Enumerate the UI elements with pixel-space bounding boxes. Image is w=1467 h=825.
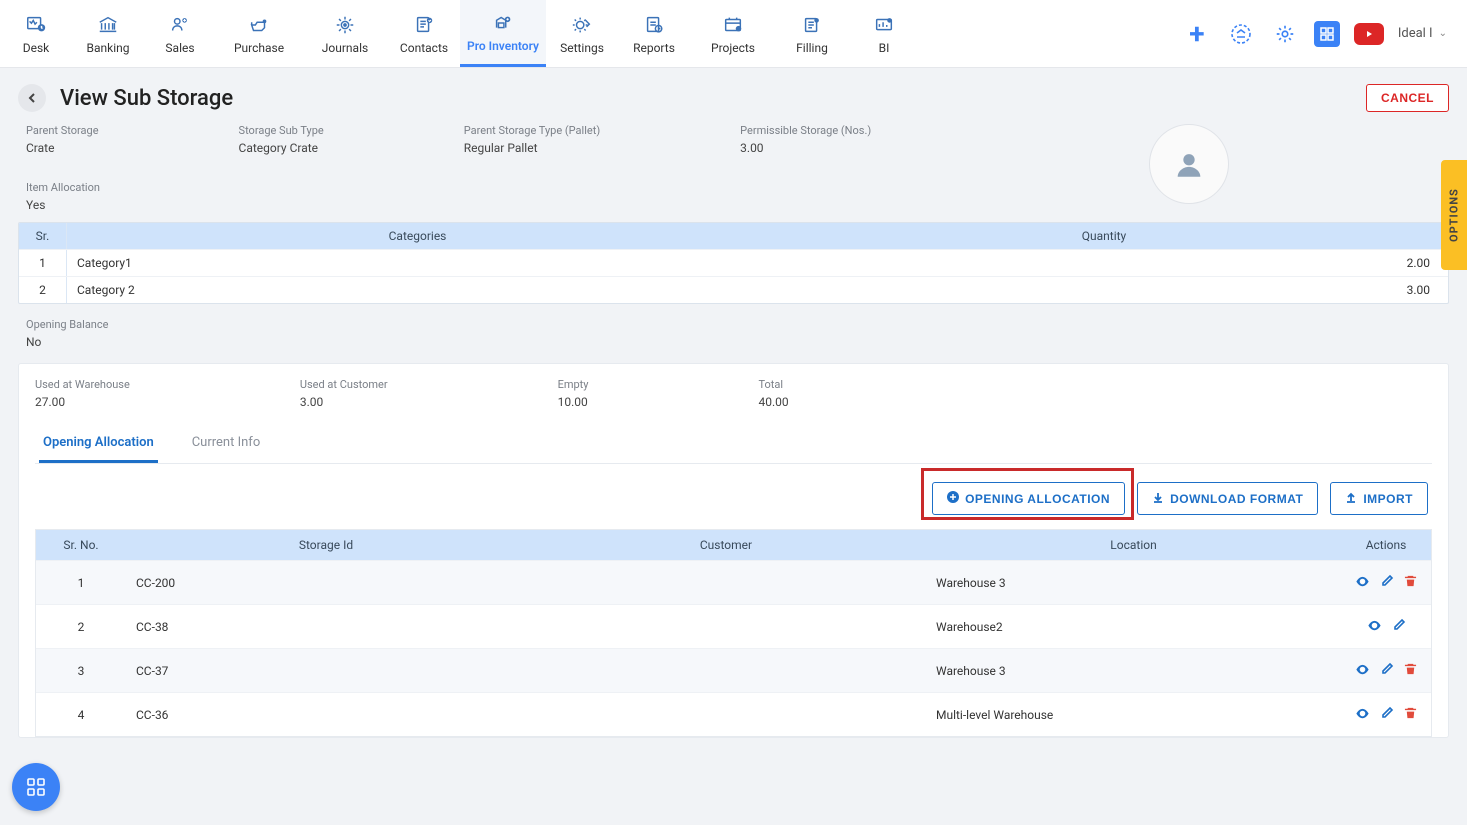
chevron-down-icon: ⌄ [1439, 28, 1447, 39]
download-format-button[interactable]: DOWNLOAD FORMAT [1137, 482, 1318, 515]
projects-icon [719, 13, 747, 37]
nav-reports[interactable]: Reports [618, 0, 690, 67]
nav-bi[interactable]: BI [848, 0, 920, 67]
delete-icon[interactable] [1404, 574, 1417, 592]
nav-desk[interactable]: Desk [0, 0, 72, 67]
nav-sales[interactable]: Sales [144, 0, 216, 67]
gear-icon[interactable] [1270, 19, 1300, 49]
parent-storage: Parent Storage Crate [26, 124, 99, 155]
nav-label: Projects [711, 41, 755, 55]
table-row: 1Category12.00 [19, 249, 1448, 276]
tab-opening-allocation[interactable]: Opening Allocation [39, 425, 158, 463]
bi-icon [870, 13, 898, 37]
contacts-icon [410, 13, 438, 37]
info-row: Parent Storage Crate Storage Sub Type Ca… [18, 124, 1449, 155]
nav-label: Settings [560, 41, 604, 55]
desk-icon [22, 13, 50, 37]
table-row: 3CC-37Warehouse 3 [36, 648, 1431, 692]
view-icon[interactable] [1355, 662, 1370, 680]
delete-icon[interactable] [1404, 662, 1417, 680]
calculator-icon[interactable] [1314, 21, 1340, 47]
nav-pro-inventory[interactable]: Pro Inventory [460, 0, 546, 67]
edit-icon[interactable] [1380, 574, 1394, 592]
table-row: 2Category 23.00 [19, 276, 1448, 303]
used-at-customer: Used at Customer 3.00 [300, 378, 388, 409]
allocation-table: Sr. No. Storage Id Customer Location Act… [35, 529, 1432, 737]
avatar [1149, 124, 1229, 204]
user-menu[interactable]: Ideal I ⌄ [1398, 26, 1447, 41]
settings-icon [568, 13, 596, 37]
page-header: View Sub Storage CANCEL [18, 84, 1449, 112]
youtube-icon[interactable] [1354, 23, 1384, 45]
allocation-card: Used at Warehouse 27.00 Used at Customer… [18, 363, 1449, 738]
nav-journals[interactable]: Journals [302, 0, 388, 67]
storage-sub-type: Storage Sub Type Category Crate [239, 124, 324, 155]
cancel-button[interactable]: CANCEL [1366, 84, 1449, 112]
total-stat: Total 40.00 [758, 378, 788, 409]
nav-label: Reports [633, 41, 675, 55]
bank-icon [94, 13, 122, 37]
action-row: OPENING ALLOCATION DOWNLOAD FORMAT IMPOR… [35, 464, 1432, 529]
download-icon [1152, 491, 1164, 506]
upload-icon [1345, 491, 1357, 506]
tab-current-info[interactable]: Current Info [188, 425, 265, 463]
add-button[interactable]: + [1182, 19, 1212, 49]
nav-label: Filling [796, 41, 828, 55]
page-title: View Sub Storage [60, 86, 233, 111]
nav-filling[interactable]: Filling [776, 0, 848, 67]
item-allocation: Item Allocation Yes [18, 181, 1449, 212]
inventory-icon [489, 11, 517, 35]
user-label: Ideal I [1398, 26, 1433, 41]
nav-settings[interactable]: Settings [546, 0, 618, 67]
opening-allocation-button[interactable]: OPENING ALLOCATION [932, 482, 1125, 515]
nav-banking[interactable]: Banking [72, 0, 144, 67]
nav-label: Purchase [234, 41, 284, 55]
page-body: View Sub Storage CANCEL Parent Storage C… [0, 68, 1467, 825]
categories-table: Sr. Categories Quantity 1Category12.002C… [18, 222, 1449, 304]
allocation-tabs: Opening Allocation Current Info [35, 425, 1432, 464]
edit-icon[interactable] [1380, 662, 1394, 680]
view-icon[interactable] [1355, 574, 1370, 592]
nav-label: Contacts [400, 41, 448, 55]
import-button[interactable]: IMPORT [1330, 482, 1428, 515]
edit-icon[interactable] [1392, 618, 1406, 636]
delete-icon[interactable] [1404, 706, 1417, 724]
sync-icon[interactable] [1226, 19, 1256, 49]
nav-label: Sales [165, 41, 194, 55]
nav-label: Banking [87, 41, 130, 55]
options-side-tab[interactable]: OPTIONS [1441, 160, 1467, 270]
nav-contacts[interactable]: Contacts [388, 0, 460, 67]
table-row: 1CC-200Warehouse 3 [36, 560, 1431, 604]
table-row: 2CC-38Warehouse2 [36, 604, 1431, 648]
nav-purchase[interactable]: Purchase [216, 0, 302, 67]
back-button[interactable] [18, 84, 46, 112]
nav-label: Journals [322, 41, 368, 55]
empty-stat: Empty 10.00 [558, 378, 589, 409]
view-icon[interactable] [1367, 618, 1382, 636]
top-navbar: Desk Banking Sales Purchase Journals Con… [0, 0, 1467, 68]
edit-icon[interactable] [1380, 706, 1394, 724]
parent-storage-type: Parent Storage Type (Pallet) Regular Pal… [464, 124, 600, 155]
nav-label: Pro Inventory [467, 39, 539, 53]
apps-fab[interactable] [12, 763, 60, 811]
nav-items: Desk Banking Sales Purchase Journals Con… [0, 0, 920, 67]
purchase-icon [245, 13, 273, 37]
filling-icon [798, 13, 826, 37]
alloc-table-header: Sr. No. Storage Id Customer Location Act… [36, 530, 1431, 560]
nav-projects[interactable]: Projects [690, 0, 776, 67]
reports-icon [640, 13, 668, 37]
stats-row: Used at Warehouse 27.00 Used at Customer… [35, 378, 1432, 425]
view-icon[interactable] [1355, 706, 1370, 724]
sales-icon [166, 13, 194, 37]
cat-table-header: Sr. Categories Quantity [19, 223, 1448, 249]
plus-circle-icon [947, 491, 959, 506]
nav-label: BI [879, 41, 890, 55]
table-row: 4CC-36Multi-level Warehouse [36, 692, 1431, 736]
topbar-right: + Ideal I ⌄ [1182, 19, 1467, 49]
nav-label: Desk [23, 41, 50, 55]
permissible-storage: Permissible Storage (Nos.) 3.00 [740, 124, 871, 155]
journals-icon [331, 13, 359, 37]
used-at-warehouse: Used at Warehouse 27.00 [35, 378, 130, 409]
opening-balance: Opening Balance No [18, 318, 1449, 349]
